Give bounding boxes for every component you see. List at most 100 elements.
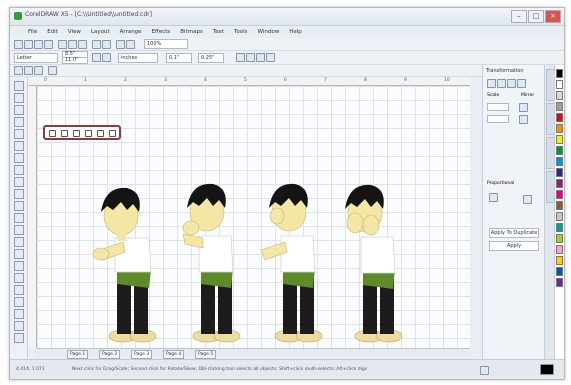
page-height-field[interactable]: 11.0" — [62, 57, 88, 64]
zoom-tool-icon[interactable] — [14, 117, 24, 127]
cut-icon[interactable] — [58, 40, 67, 49]
character-figure-2[interactable] — [169, 176, 259, 347]
menu-bitmaps[interactable]: Bitmaps — [180, 29, 203, 35]
save-icon[interactable] — [34, 40, 43, 49]
close-button[interactable]: × — [545, 10, 561, 23]
palette-swatch[interactable] — [556, 146, 563, 155]
import-icon[interactable] — [116, 40, 125, 49]
mirror-h-icon[interactable] — [49, 130, 56, 137]
mirror-horizontal-icon[interactable] — [519, 103, 528, 112]
character-figure-1[interactable] — [87, 178, 177, 347]
knife-tool-icon[interactable] — [14, 333, 24, 343]
dimension-tool-icon[interactable] — [14, 225, 24, 235]
landscape-icon[interactable] — [102, 53, 111, 62]
polygon-tool-icon[interactable] — [14, 177, 24, 187]
palette-swatch[interactable] — [556, 201, 563, 210]
page-tab-1[interactable]: Page 1 — [67, 350, 89, 359]
eyedropper-tool-icon[interactable] — [14, 261, 24, 271]
node-icon[interactable] — [109, 130, 116, 137]
apply-button[interactable]: Apply — [489, 241, 539, 251]
duplicate-distance-field[interactable]: 0.25" — [198, 53, 224, 63]
size-icon[interactable] — [517, 79, 526, 88]
palette-swatch[interactable] — [556, 91, 563, 100]
mesh-fill-icon[interactable] — [14, 309, 24, 319]
freehand-tool-icon[interactable] — [14, 129, 24, 139]
shape-tool-icon[interactable] — [14, 93, 24, 103]
basic-shapes-icon[interactable] — [14, 189, 24, 199]
menu-window[interactable]: Window — [258, 29, 280, 35]
menu-layout[interactable]: Layout — [91, 29, 110, 35]
undo-icon[interactable] — [92, 40, 101, 49]
palette-swatch[interactable] — [556, 223, 563, 232]
interactive-fill-icon[interactable] — [14, 297, 24, 307]
pan-tool-icon[interactable] — [14, 321, 24, 331]
minimize-button[interactable]: – — [511, 10, 527, 23]
smart-fill-icon[interactable] — [14, 141, 24, 151]
snap-objects-icon[interactable] — [34, 66, 43, 75]
apply-to-duplicate-button[interactable]: Apply To Duplicate — [489, 228, 539, 238]
page-tab-3[interactable]: Page 3 — [131, 350, 153, 359]
rectangle-tool-icon[interactable] — [14, 153, 24, 163]
palette-swatch[interactable] — [556, 124, 563, 133]
table-tool-icon[interactable] — [14, 213, 24, 223]
mirror-vertical-icon[interactable] — [519, 115, 528, 124]
character-figure-3[interactable] — [251, 176, 341, 347]
open-icon[interactable] — [24, 40, 33, 49]
paste-icon[interactable] — [78, 40, 87, 49]
menu-edit[interactable]: Edit — [47, 29, 58, 35]
text-tool-icon[interactable] — [14, 201, 24, 211]
scale-mirror-icon[interactable] — [507, 79, 516, 88]
crop-tool-icon[interactable] — [14, 105, 24, 115]
rotate-docker-icon[interactable] — [497, 79, 506, 88]
connector-tool-icon[interactable] — [14, 237, 24, 247]
palette-swatch[interactable] — [556, 113, 563, 122]
palette-swatch[interactable] — [556, 256, 563, 265]
menu-effects[interactable]: Effects — [152, 29, 171, 35]
ellipse-tool-icon[interactable] — [14, 165, 24, 175]
menu-tools[interactable]: Tools — [234, 29, 248, 35]
palette-swatch[interactable] — [556, 267, 563, 276]
page-tab-2[interactable]: Page 2 — [99, 350, 121, 359]
distribute-icon[interactable] — [266, 53, 275, 62]
character-figure-4[interactable] — [329, 181, 419, 347]
menu-view[interactable]: View — [68, 29, 81, 35]
palette-swatch[interactable] — [556, 179, 563, 188]
page-tab-4[interactable]: Page 4 — [163, 350, 185, 359]
palette-swatch[interactable] — [556, 69, 563, 78]
nudge-distance-field[interactable]: 0.1" — [166, 53, 192, 63]
palette-swatch[interactable] — [556, 157, 563, 166]
outline-tool-icon[interactable] — [14, 273, 24, 283]
outline-indicator-icon[interactable] — [540, 364, 554, 375]
palette-swatch[interactable] — [556, 278, 563, 287]
menu-arrange[interactable]: Arrange — [120, 29, 142, 35]
print-icon[interactable] — [44, 40, 53, 49]
scale-y-field[interactable] — [487, 115, 509, 123]
position-icon[interactable] — [487, 79, 496, 88]
palette-swatch[interactable] — [556, 135, 563, 144]
align-right-icon[interactable] — [256, 53, 265, 62]
redo-icon[interactable] — [102, 40, 111, 49]
align-icon[interactable] — [97, 130, 104, 137]
new-document-icon[interactable] — [14, 40, 23, 49]
palette-swatch[interactable] — [556, 234, 563, 243]
copy-icon[interactable] — [68, 40, 77, 49]
menu-help[interactable]: Help — [289, 29, 302, 35]
fill-indicator-icon[interactable] — [480, 366, 489, 375]
palette-swatch[interactable] — [556, 245, 563, 254]
portrait-icon[interactable] — [92, 53, 101, 62]
palette-swatch[interactable] — [556, 212, 563, 221]
options-icon[interactable] — [48, 66, 57, 75]
scale-x-field[interactable] — [487, 103, 509, 111]
snap-grid-icon[interactable] — [14, 66, 23, 75]
flip-icon[interactable] — [85, 130, 92, 137]
snap-guides-icon[interactable] — [24, 66, 33, 75]
palette-swatch[interactable] — [556, 80, 563, 89]
proportional-checkbox-label[interactable]: Proportional — [487, 181, 514, 186]
palette-swatch[interactable] — [556, 102, 563, 111]
menu-text[interactable]: Text — [213, 29, 224, 35]
blend-tool-icon[interactable] — [14, 249, 24, 259]
maximize-button[interactable]: □ — [528, 10, 544, 23]
palette-swatch[interactable] — [556, 190, 563, 199]
menu-file[interactable]: File — [28, 29, 37, 35]
export-icon[interactable] — [126, 40, 135, 49]
